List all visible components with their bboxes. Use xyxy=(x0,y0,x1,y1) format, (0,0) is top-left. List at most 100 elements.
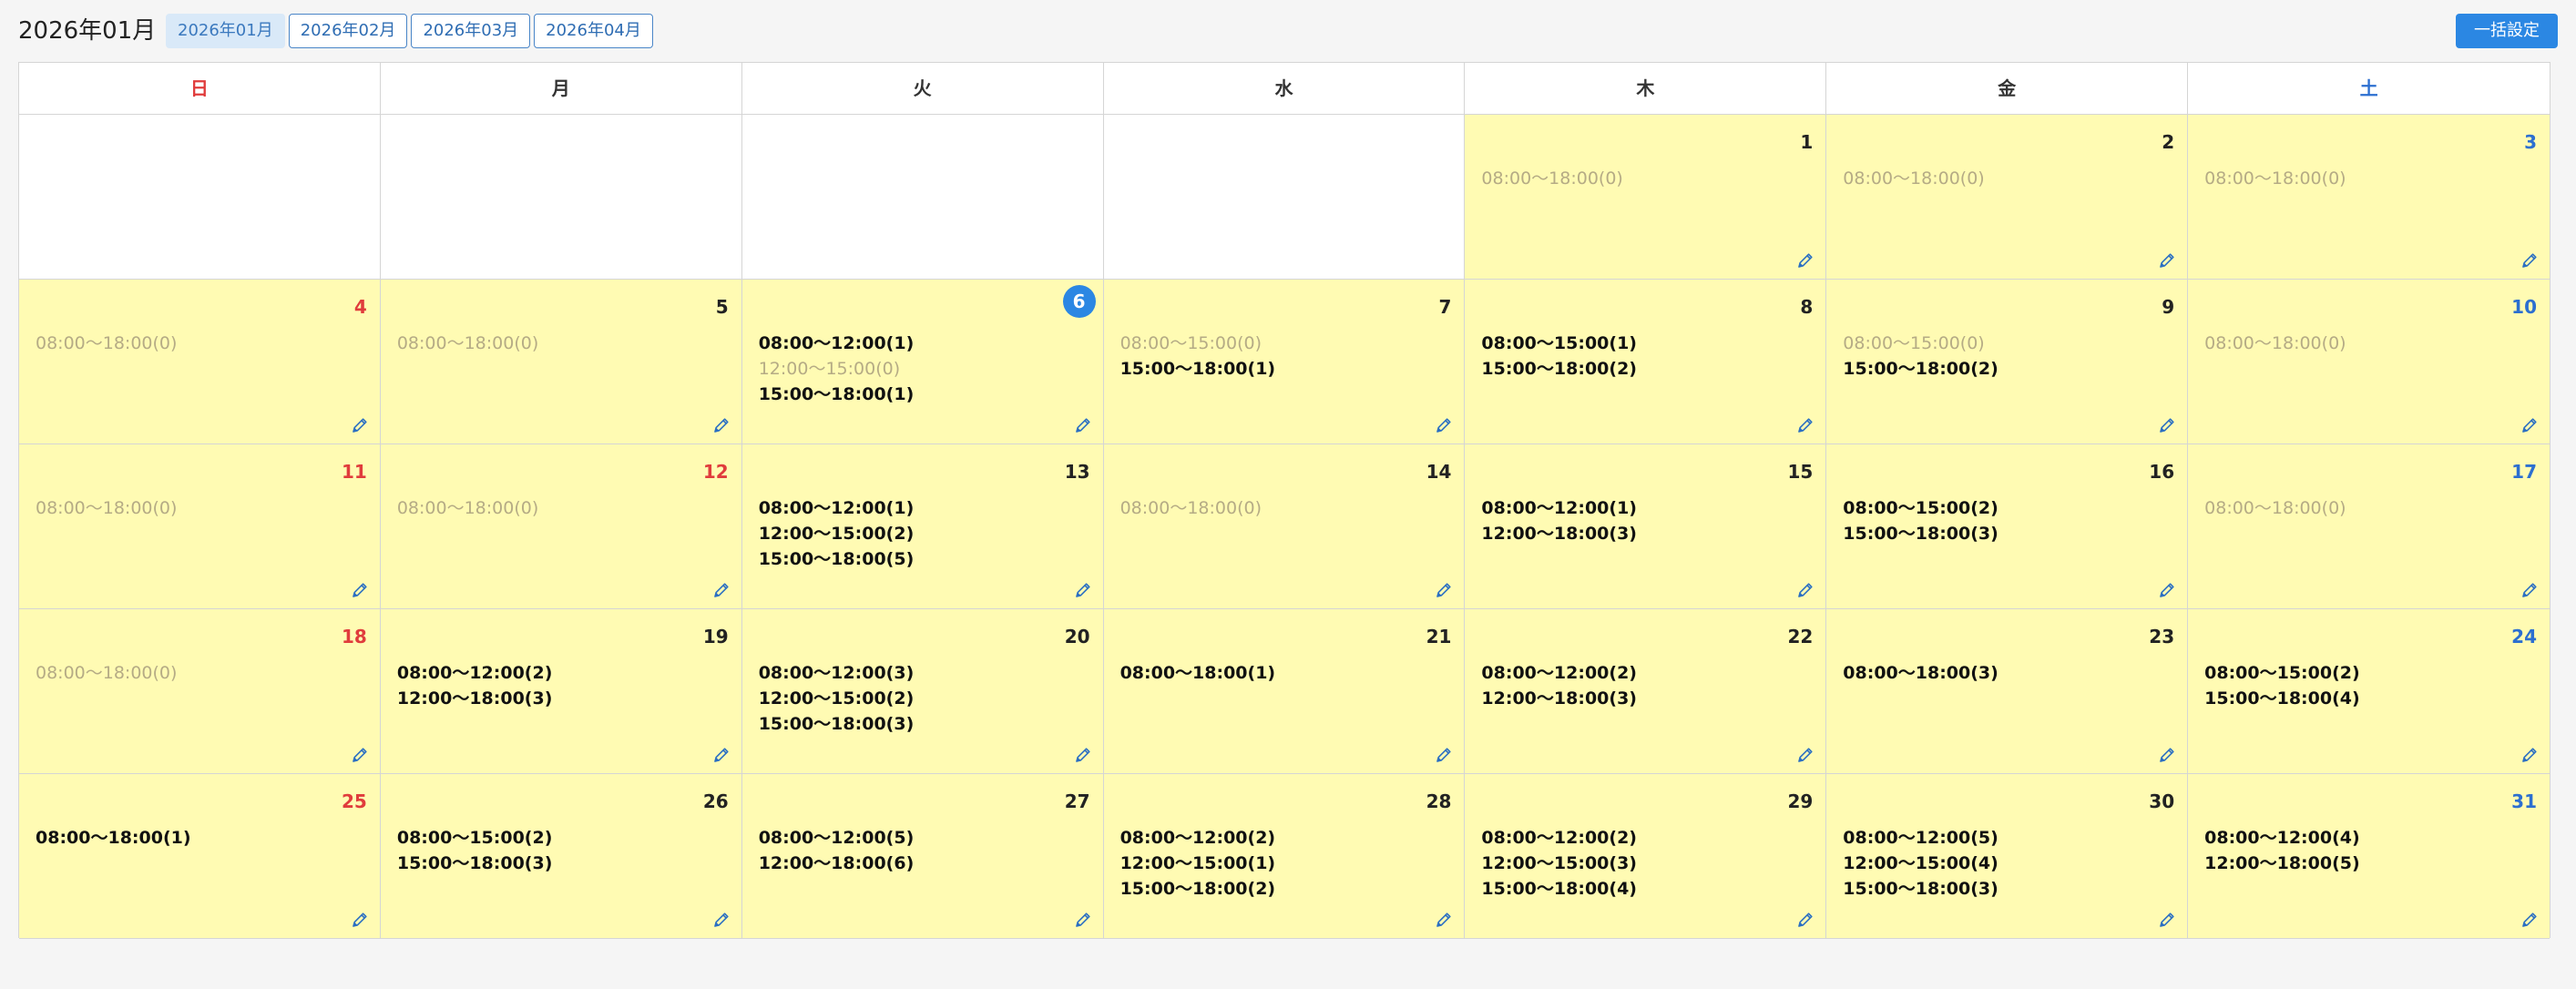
pencil-icon[interactable] xyxy=(1435,746,1453,764)
calendar-day[interactable]: 6 08:00〜12:00(1) 12:00〜15:00(0) 15:00〜18:00… xyxy=(741,280,1104,444)
pencil-icon[interactable] xyxy=(712,911,731,929)
pencil-icon[interactable] xyxy=(2158,581,2176,599)
month-tab-2026-04[interactable]: 2026年04月 xyxy=(534,14,653,48)
calendar-day[interactable]: 25 08:00〜18:00(1) xyxy=(19,774,381,939)
calendar-day[interactable]: 3 08:00〜18:00(0) xyxy=(2188,115,2550,280)
pencil-icon[interactable] xyxy=(2158,746,2176,764)
weekday-monday: 月 xyxy=(381,63,742,114)
day-number: 13 xyxy=(1064,461,1090,483)
pencil-icon[interactable] xyxy=(351,416,369,434)
pencil-icon[interactable] xyxy=(1796,251,1814,270)
pencil-icon[interactable] xyxy=(351,746,369,764)
calendar-empty-cell xyxy=(19,115,381,280)
today-day-number: 6 xyxy=(1062,285,1096,318)
calendar-day[interactable]: 7 08:00〜15:00(0) 15:00〜18:00(1) xyxy=(1103,280,1466,444)
day-number: 2 xyxy=(2162,131,2175,153)
month-tab-2026-02[interactable]: 2026年02月 xyxy=(288,14,408,48)
day-number: 18 xyxy=(342,626,367,647)
calendar-day[interactable]: 31 08:00〜12:00(4) 12:00〜18:00(5) xyxy=(2188,774,2550,939)
calendar-day[interactable]: 5 08:00〜18:00(0) xyxy=(380,280,742,444)
calendar-day[interactable]: 13 08:00〜12:00(1) 12:00〜15:00(2) 15:00〜18:0… xyxy=(741,444,1104,609)
pencil-icon[interactable] xyxy=(712,746,731,764)
pencil-icon[interactable] xyxy=(1796,911,1814,929)
pencil-icon[interactable] xyxy=(1435,581,1453,599)
calendar-day[interactable]: 21 08:00〜18:00(1) xyxy=(1103,609,1466,774)
time-slot-list: 08:00〜15:00(1) 15:00〜18:00(2) xyxy=(1481,331,1637,382)
calendar-day[interactable]: 29 08:00〜12:00(2) 12:00〜15:00(3) 15:00〜18:0… xyxy=(1465,774,1827,939)
time-slot: 08:00〜18:00(0) xyxy=(2204,168,2346,189)
time-slot: 08:00〜12:00(2) xyxy=(1481,828,1637,848)
calendar-day[interactable]: 12 08:00〜18:00(0) xyxy=(380,444,742,609)
calendar-day[interactable]: 4 08:00〜18:00(0) xyxy=(19,280,381,444)
day-number: 28 xyxy=(1426,790,1452,812)
pencil-icon[interactable] xyxy=(1074,581,1092,599)
calendar-day[interactable]: 8 08:00〜15:00(1) 15:00〜18:00(2) xyxy=(1465,280,1827,444)
month-calendar: 日 月 火 水 木 金 土 1 08:00〜18:00(0) 2 08:00〜18:0… xyxy=(18,62,2550,939)
time-slot-list: 08:00〜12:00(2) 12:00〜15:00(3) 15:00〜18:00(… xyxy=(1481,825,1637,902)
pencil-icon[interactable] xyxy=(2520,416,2539,434)
pencil-icon[interactable] xyxy=(1435,911,1453,929)
pencil-icon[interactable] xyxy=(1796,746,1814,764)
day-number: 20 xyxy=(1064,626,1090,647)
pencil-icon[interactable] xyxy=(2158,251,2176,270)
time-slot-list: 08:00〜15:00(2) 15:00〜18:00(3) xyxy=(1843,495,1998,546)
pencil-icon[interactable] xyxy=(2520,251,2539,270)
calendar-day[interactable]: 16 08:00〜15:00(2) 15:00〜18:00(3) xyxy=(1826,444,2189,609)
calendar-day[interactable]: 30 08:00〜12:00(5) 12:00〜15:00(4) 15:00〜18:0… xyxy=(1826,774,2189,939)
calendar-empty-cell xyxy=(380,115,742,280)
time-slot: 15:00〜18:00(2) xyxy=(1481,359,1637,379)
month-tabs: 2026年01月 2026年02月 2026年03月 2026年04月 xyxy=(166,14,653,48)
time-slot: 12:00〜15:00(2) xyxy=(758,524,915,544)
month-tab-2026-03[interactable]: 2026年03月 xyxy=(411,14,531,48)
time-slot-list: 08:00〜12:00(2) 12:00〜15:00(1) 15:00〜18:00(… xyxy=(1120,825,1276,902)
calendar-day[interactable]: 9 08:00〜15:00(0) 15:00〜18:00(2) xyxy=(1826,280,2189,444)
time-slot-list: 08:00〜15:00(2) 15:00〜18:00(4) xyxy=(2204,660,2360,711)
calendar-day[interactable]: 26 08:00〜15:00(2) 15:00〜18:00(3) xyxy=(380,774,742,939)
calendar-day[interactable]: 20 08:00〜12:00(3) 12:00〜15:00(2) 15:00〜18:0… xyxy=(741,609,1104,774)
day-number: 26 xyxy=(702,790,729,812)
pencil-icon[interactable] xyxy=(1074,746,1092,764)
pencil-icon[interactable] xyxy=(1796,581,1814,599)
pencil-icon[interactable] xyxy=(351,911,369,929)
day-number: 11 xyxy=(342,461,367,483)
calendar-day[interactable]: 19 08:00〜12:00(2) 12:00〜18:00(3) xyxy=(380,609,742,774)
calendar-day[interactable]: 24 08:00〜15:00(2) 15:00〜18:00(4) xyxy=(2188,609,2550,774)
pencil-icon[interactable] xyxy=(2520,581,2539,599)
time-slot: 08:00〜12:00(1) xyxy=(1481,498,1637,518)
pencil-icon[interactable] xyxy=(1074,416,1092,434)
calendar-day[interactable]: 2 08:00〜18:00(0) xyxy=(1826,115,2189,280)
calendar-day[interactable]: 22 08:00〜12:00(2) 12:00〜18:00(3) xyxy=(1465,609,1827,774)
calendar-day[interactable]: 14 08:00〜18:00(0) xyxy=(1103,444,1466,609)
calendar-day[interactable]: 28 08:00〜12:00(2) 12:00〜15:00(1) 15:00〜18:0… xyxy=(1103,774,1466,939)
calendar-day[interactable]: 15 08:00〜12:00(1) 12:00〜18:00(3) xyxy=(1465,444,1827,609)
pencil-icon[interactable] xyxy=(2520,746,2539,764)
calendar-day[interactable]: 17 08:00〜18:00(0) xyxy=(2188,444,2550,609)
month-tab-2026-01[interactable]: 2026年01月 xyxy=(166,14,285,48)
pencil-icon[interactable] xyxy=(712,416,731,434)
pencil-icon[interactable] xyxy=(351,581,369,599)
day-number: 22 xyxy=(1787,626,1814,647)
pencil-icon[interactable] xyxy=(1435,416,1453,434)
time-slot: 08:00〜18:00(0) xyxy=(1119,498,1262,518)
pencil-icon[interactable] xyxy=(2520,911,2539,929)
pencil-icon[interactable] xyxy=(712,581,731,599)
pencil-icon[interactable] xyxy=(1074,911,1092,929)
pencil-icon[interactable] xyxy=(2158,911,2176,929)
calendar-day[interactable]: 18 08:00〜18:00(0) xyxy=(19,609,381,774)
calendar-day[interactable]: 1 08:00〜18:00(0) xyxy=(1465,115,1827,280)
calendar-day[interactable]: 11 08:00〜18:00(0) xyxy=(19,444,381,609)
day-number: 19 xyxy=(702,626,729,647)
day-number: 30 xyxy=(2149,790,2175,812)
time-slot: 15:00〜18:00(3) xyxy=(396,853,553,873)
page-title: 2026年01月 xyxy=(18,17,157,45)
time-slot-list: 08:00〜12:00(3) 12:00〜15:00(2) 15:00〜18:00(… xyxy=(759,660,915,737)
calendar-day[interactable]: 10 08:00〜18:00(0) xyxy=(2188,280,2550,444)
pencil-icon[interactable] xyxy=(2158,416,2176,434)
bulk-settings-button[interactable]: 一括設定 xyxy=(2456,14,2558,48)
calendar-day[interactable]: 23 08:00〜18:00(3) xyxy=(1826,609,2189,774)
pencil-icon[interactable] xyxy=(1796,416,1814,434)
time-slot: 15:00〜18:00(1) xyxy=(1119,359,1276,379)
time-slot-list: 08:00〜12:00(5) 12:00〜15:00(4) 15:00〜18:00(… xyxy=(1843,825,1998,902)
time-slot: 08:00〜12:00(5) xyxy=(1843,828,1998,848)
calendar-day[interactable]: 27 08:00〜12:00(5) 12:00〜18:00(6) xyxy=(741,774,1104,939)
